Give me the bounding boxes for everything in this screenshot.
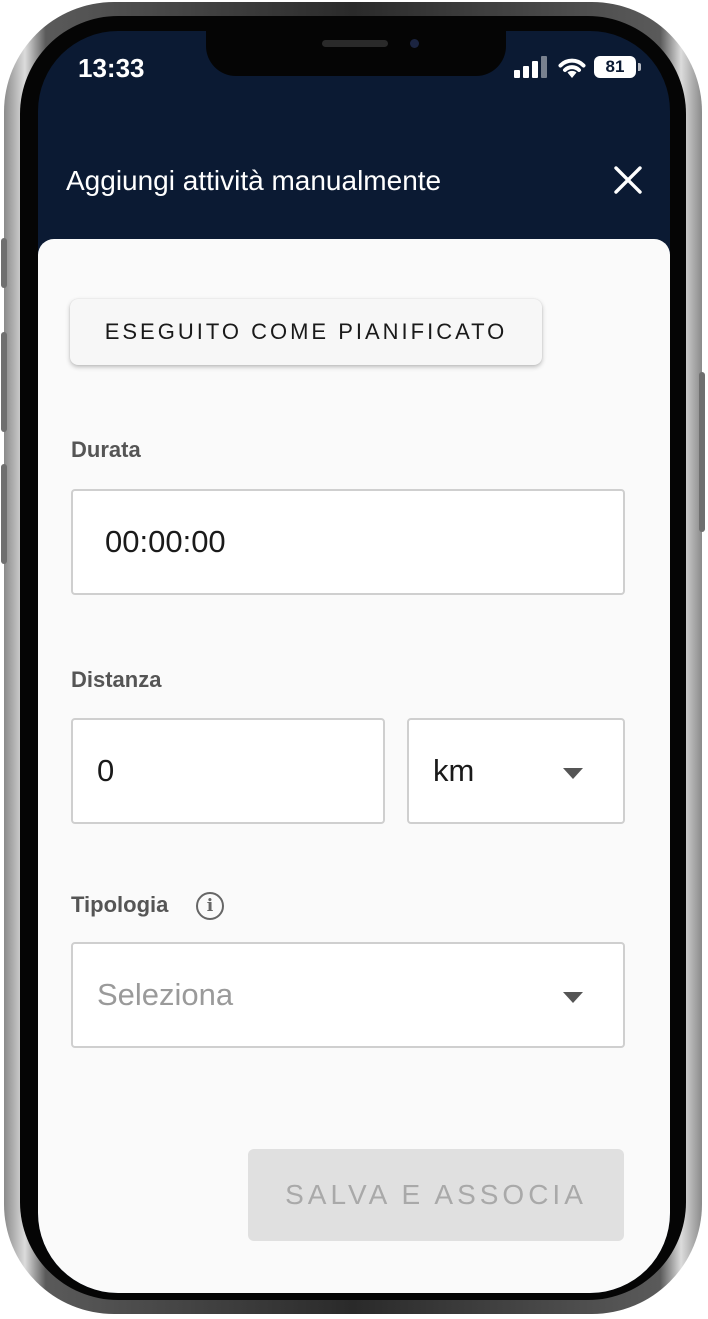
speaker (322, 40, 388, 47)
front-camera (410, 39, 419, 48)
duration-value: 00:00:00 (105, 524, 226, 559)
close-icon[interactable] (611, 163, 645, 197)
wifi-icon (558, 58, 586, 78)
type-label: Tipologia (71, 892, 169, 917)
distance-unit-value: km (433, 753, 475, 788)
status-time: 13:33 (78, 53, 145, 83)
duration-label: Durata (71, 437, 141, 462)
app-screen: 13:33 81 Aggiungi attività manualmente E… (38, 31, 670, 1293)
distance-field[interactable]: 0 (71, 718, 385, 824)
distance-value: 0 (97, 753, 115, 788)
distance-unit-select[interactable]: km (407, 718, 625, 824)
action-button (1, 238, 7, 288)
type-select[interactable]: Seleziona (71, 942, 625, 1048)
battery-tip (638, 63, 641, 71)
battery-indicator: 81 (594, 56, 636, 78)
cellular-signal-icon (514, 56, 548, 78)
type-placeholder: Seleziona (97, 977, 234, 1012)
distance-label: Distanza (71, 667, 162, 692)
power-button (699, 372, 705, 532)
duration-field[interactable]: 00:00:00 (71, 489, 625, 595)
volume-down-button (1, 464, 7, 564)
executed-as-planned-button[interactable]: ESEGUITO COME PIANIFICATO (70, 299, 542, 365)
form-sheet: ESEGUITO COME PIANIFICATO Durata 00:00:0… (38, 239, 670, 1293)
notch (206, 31, 506, 76)
chevron-down-icon (563, 992, 583, 1003)
save-and-associate-button[interactable]: SALVA E ASSOCIA (248, 1149, 624, 1241)
chevron-down-icon (563, 768, 583, 779)
info-icon[interactable]: i (196, 892, 224, 920)
page-title: Aggiungi attività manualmente (66, 165, 442, 196)
volume-up-button (1, 332, 7, 432)
